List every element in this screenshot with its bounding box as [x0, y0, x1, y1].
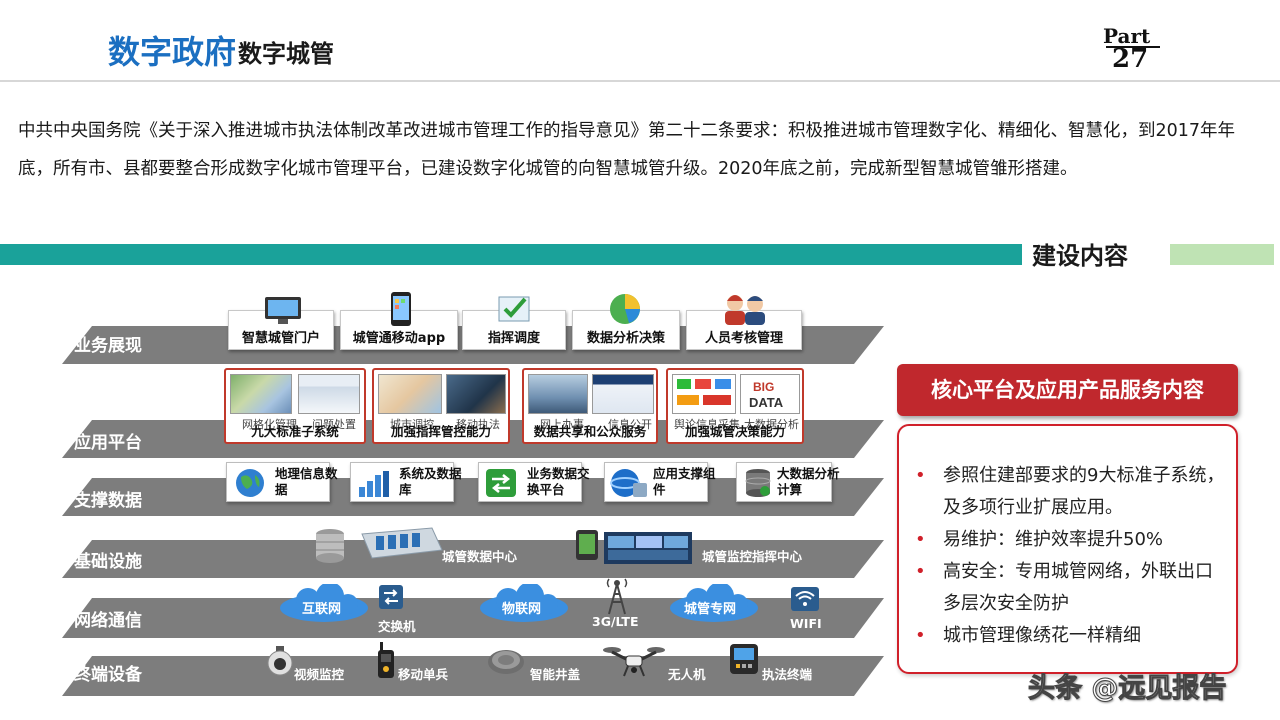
support-item-system-db[interactable]: 系统及数据库 [350, 462, 462, 502]
drone-icon [603, 647, 665, 677]
walkie-talkie-icon [378, 642, 394, 678]
app-main-label: 数据共享和公众服务 [533, 424, 647, 439]
checklist-icon [498, 296, 530, 322]
infra-item-label: 城管数据中心 [442, 549, 518, 564]
core-panel: 参照住建部要求的9大标准子系统，及多项行业扩展应用。 易维护：维护效率提升50%… [897, 424, 1238, 674]
layer-label-infrastructure: 基础设施 [74, 552, 142, 572]
support-item-label: 大数据分析计算 [777, 466, 840, 497]
bar-chart-icon [359, 471, 389, 497]
service-hall-photo [528, 374, 588, 414]
part-number: 27 [1112, 44, 1149, 74]
terminal-item-label: 移动单兵 [398, 667, 449, 682]
pie-chart-icon [610, 294, 640, 324]
support-item-label: 地理信息数据 [275, 466, 338, 497]
network-cellular-label: 3G/LTE [592, 614, 639, 629]
core-point: 城市管理像绣花一样精细 [913, 620, 1225, 652]
switch-icon [379, 585, 403, 609]
business-item-assessment[interactable]: 人员考核管理 [686, 295, 802, 350]
monitoring-center-icon [576, 530, 692, 564]
app-card-standard-subsystems[interactable]: 网格化管理 问题处置 九大标准子系统 [224, 368, 366, 444]
business-item-mobile-app[interactable]: 城管通移动app [340, 292, 458, 350]
core-points-list: 参照住建部要求的9大标准子系统，及多项行业扩展应用。 易维护：维护效率提升50%… [913, 460, 1225, 652]
intro-paragraph: 中共中央国务院《关于深入推进城市执法体制改革改进城市管理工作的指导意见》第二十二… [18, 121, 1236, 179]
camera-icon [267, 646, 293, 676]
layer-label-network: 网络通信 [74, 611, 142, 631]
app-card-command-control[interactable]: 城市调控 移动执法 加强指挥管控能力 [372, 368, 510, 444]
network-switch-label: 交换机 [378, 619, 416, 634]
map-screenshot [378, 374, 442, 414]
layer-slab-terminal [62, 656, 884, 696]
terminal-item-label: 智能井盖 [530, 667, 581, 682]
terminal-item-label: 无人机 [668, 667, 706, 682]
business-item-label: 城管通移动app [352, 331, 446, 346]
website-screenshot [592, 374, 654, 414]
business-item-analytics[interactable]: 数据分析决策 [572, 294, 680, 350]
app-card-decision[interactable]: BIG DATA 舆论信息采集 大数据分析 加强城管决策能力 [666, 368, 804, 444]
support-item-label: 系统及数据库 [399, 466, 462, 497]
business-item-label: 智慧城管门户 [241, 331, 320, 346]
big-data-word-cloud: BIG DATA [740, 374, 800, 414]
terminal-item-label: 执法终端 [762, 667, 813, 682]
map-screenshot [230, 374, 292, 414]
layer-slab-network [62, 598, 884, 638]
section-title: 建设内容 [1032, 242, 1128, 270]
wifi-icon [791, 587, 819, 611]
people-icon [725, 295, 765, 325]
business-item-dispatch[interactable]: 指挥调度 [462, 296, 566, 350]
smartphone-icon [391, 292, 411, 326]
data-center-icon [361, 527, 443, 559]
layer-label-support: 支撑数据 [74, 491, 142, 511]
support-item-exchange[interactable]: 业务数据交换平台 [478, 462, 590, 502]
support-item-components[interactable]: 应用支撑组件 [604, 462, 716, 502]
terminal-item-label: 视频监控 [294, 667, 345, 682]
section-band-right [1170, 244, 1274, 265]
svg-text:BIG: BIG [753, 380, 774, 394]
network-iot-label: 物联网 [502, 602, 542, 617]
component-globe-icon [610, 469, 647, 497]
layer-label-terminal: 终端设备 [74, 665, 142, 685]
business-item-label: 数据分析决策 [586, 331, 665, 346]
business-item-portal[interactable]: 智慧城管门户 [228, 297, 334, 350]
handheld-terminal-icon [730, 644, 758, 674]
support-item-big-data[interactable]: 大数据分析计算 [736, 462, 840, 502]
support-item-label: 应用支撑组件 [653, 466, 716, 497]
globe-icon [236, 469, 264, 497]
title-sub: 数字城管 [238, 40, 335, 68]
app-card-data-sharing[interactable]: 网上办事 信息公开 数据共享和公众服务 [522, 368, 658, 444]
app-main-label: 九大标准子系统 [251, 424, 339, 439]
support-item-geo-data[interactable]: 地理信息数据 [226, 462, 338, 502]
core-point: 易维护：维护效率提升50% [913, 524, 1225, 556]
database-icon [745, 469, 771, 497]
app-main-label: 加强城管决策能力 [684, 424, 785, 439]
page-title: 数字政府 数字城管 [108, 28, 334, 72]
officer-photo [446, 374, 506, 414]
support-item-label: 业务数据交换平台 [527, 466, 590, 497]
exchange-arrows-icon [486, 469, 516, 497]
svg-text:DATA: DATA [749, 395, 784, 410]
business-item-label: 指挥调度 [487, 331, 540, 346]
watermark: 头条 @远见报告 [1027, 673, 1227, 705]
business-item-label: 人员考核管理 [704, 331, 783, 346]
big-data-icon: BIGDATA [749, 380, 784, 410]
title-main: 数字政府 [108, 33, 237, 71]
core-point: 参照住建部要求的9大标准子系统，及多项行业扩展应用。 [913, 460, 1225, 524]
cell-tower-icon [606, 578, 628, 615]
network-private-label: 城管专网 [684, 602, 737, 617]
report-screenshot [298, 374, 360, 414]
core-point: 高安全：专用城管网络，外联出口多层次安全防护 [913, 556, 1225, 620]
core-panel-title: 核心平台及应用产品服务内容 [897, 364, 1238, 416]
section-band-left [0, 244, 1022, 265]
app-main-label: 加强指挥管控能力 [390, 424, 491, 439]
manhole-cover-icon [488, 650, 524, 674]
network-wifi-label: WIFI [790, 616, 822, 631]
logos-icon [677, 379, 731, 405]
network-internet-label: 互联网 [302, 602, 342, 617]
monitor-icon [265, 297, 301, 324]
layer-label-application: 应用平台 [74, 433, 142, 453]
infra-item-label: 城管监控指挥中心 [702, 549, 803, 564]
header-divider [0, 80, 1280, 82]
layer-label-business: 业务展现 [74, 336, 142, 356]
social-media-logos [672, 374, 736, 414]
server-icon [316, 529, 344, 563]
